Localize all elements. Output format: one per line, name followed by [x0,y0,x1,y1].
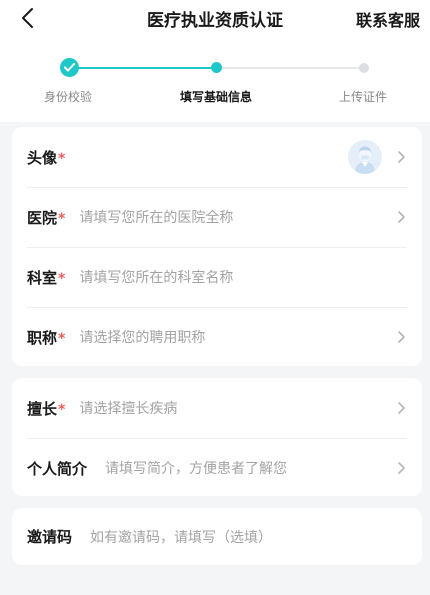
intro-row[interactable]: 个人简介 请填写简介，方便患者了解您 [12,438,422,496]
chevron-right-icon [398,462,405,474]
job-title-label: 职称* [27,328,66,347]
required-mark: * [58,150,66,167]
avatar[interactable] [348,140,382,174]
step-3-dot [359,63,369,73]
invite-row[interactable]: 邀请码 如有邀请码，请填写（选填） [12,508,422,565]
step-3-label: 上传证件 [339,90,388,104]
department-row[interactable]: 科室* 请填写您所在的科室名称 [12,247,422,307]
specialty-label: 擅长* [27,399,66,418]
hospital-row[interactable]: 医院* 请填写您所在的医院全称 [12,187,422,247]
doctor-avatar-icon [348,140,382,174]
contact-service-button[interactable]: 联系客服 [356,7,420,31]
chevron-right-icon [398,331,405,343]
job-title-row[interactable]: 职称* 请选择您的聘用职称 [12,307,422,366]
step-1-dot [60,58,79,77]
avatar-row[interactable]: 头像* [12,127,422,187]
nav-bar: 医疗执业资质认证 联系客服 [0,0,430,36]
required-mark: * [58,330,66,347]
hospital-field[interactable]: 请填写您所在的医院全称 [79,207,233,227]
profile-card: 擅长* 请选择擅长疾病 个人简介 请填写简介，方便患者了解您 [12,378,422,496]
chevron-right-icon [398,211,405,223]
avatar-label: 头像* [27,148,66,167]
step-2-label: 填写基础信息 [180,90,253,104]
progress-steps: 身份校验 填写基础信息 上传证件 [0,36,430,122]
back-button[interactable] [14,5,40,31]
intro-field[interactable]: 请填写简介，方便患者了解您 [105,458,287,478]
step-1-label: 身份校验 [44,90,93,104]
step-connector-pending [217,67,364,69]
back-arrow-icon [22,8,33,28]
chevron-right-icon [398,151,405,163]
required-mark: * [58,270,66,287]
specialty-field[interactable]: 请选择擅长疾病 [79,398,177,418]
department-label: 科室* [27,268,66,287]
required-mark: * [58,210,66,227]
invite-card: 邀请码 如有邀请码，请填写（选填） [12,508,422,565]
invite-code-input[interactable]: 如有邀请码，请填写（选填） [90,527,272,547]
step-connector-done [70,67,217,69]
specialty-row[interactable]: 擅长* 请选择擅长疾病 [12,378,422,438]
invite-label: 邀请码 [27,528,73,546]
required-mark: * [58,401,66,418]
intro-label: 个人简介 [27,459,88,478]
basic-info-card: 头像* 医院* 请填写您所在的医院全称 科室* 请填写您所在的科室名称 职称* … [12,127,422,366]
department-field[interactable]: 请填写您所在的科室名称 [79,267,233,287]
chevron-right-icon [398,402,405,414]
hospital-label: 医院* [27,208,66,227]
check-icon [64,63,75,72]
job-title-field[interactable]: 请选择您的聘用职称 [79,327,205,347]
step-2-dot [211,62,222,73]
